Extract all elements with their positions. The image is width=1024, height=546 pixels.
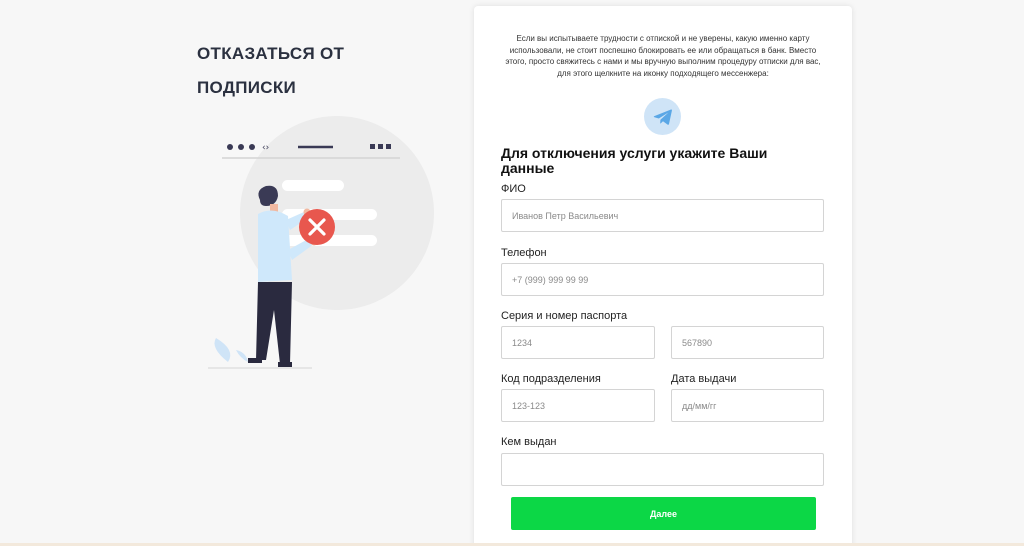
unsubscribe-illustration: ‹› xyxy=(200,110,440,375)
cancel-icon xyxy=(299,209,335,245)
issued-by-label: Кем выдан xyxy=(501,436,557,448)
phone-input[interactable] xyxy=(501,263,824,296)
telegram-button[interactable] xyxy=(644,98,681,135)
passport-label: Серия и номер паспорта xyxy=(501,310,628,322)
issued-by-input[interactable] xyxy=(501,453,824,486)
intro-text: Если вы испытываете трудности с отпиской… xyxy=(505,34,821,78)
phone-label: Телефон xyxy=(501,247,547,259)
browser-arrows-icon: ‹› xyxy=(262,143,269,153)
issue-date-input[interactable] xyxy=(671,389,824,422)
division-code-label: Код подразделения xyxy=(501,373,601,385)
issue-date-label: Дата выдачи xyxy=(671,373,737,385)
unsubscribe-form-card: Если вы испытываете трудности с отпиской… xyxy=(474,6,852,546)
passport-series-input[interactable] xyxy=(501,326,655,359)
page-title: ОТКАЗАТЬСЯ ОТ ПОДПИСКИ xyxy=(197,44,345,97)
fio-label: ФИО xyxy=(501,183,526,195)
plant-leaf-icon xyxy=(214,338,248,362)
telegram-icon xyxy=(653,108,672,125)
form-title: Для отключения услуги укажите Ваши данны… xyxy=(501,145,768,176)
fio-input[interactable] xyxy=(501,199,824,232)
next-button[interactable]: Далее xyxy=(511,497,816,530)
division-code-input[interactable] xyxy=(501,389,655,422)
passport-number-input[interactable] xyxy=(671,326,824,359)
